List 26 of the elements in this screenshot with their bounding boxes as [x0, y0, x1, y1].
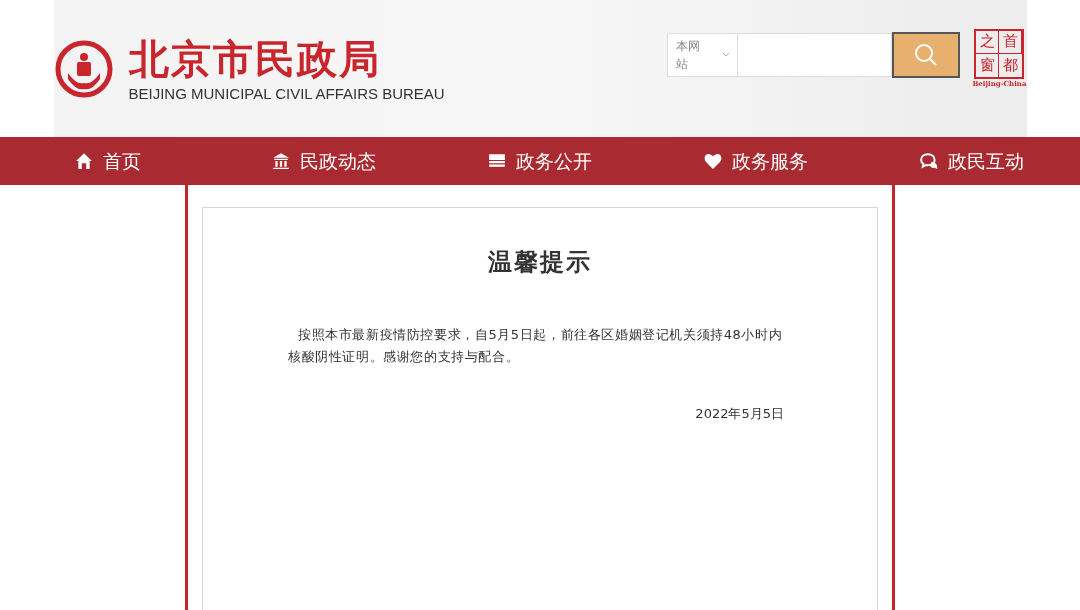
- nav-link[interactable]: 政务公开: [432, 137, 648, 185]
- heart-icon: [704, 152, 722, 170]
- seal-character: 窗: [976, 53, 1000, 77]
- bureau-name: 北京市民政局: [128, 34, 382, 83]
- search-scope-label: 本网站: [676, 37, 702, 73]
- logo-icon: [53, 38, 114, 99]
- bureau-english-name: BEIJING MUNICIPAL CIVIL AFFAIRS BUREAU: [128, 84, 445, 103]
- caret-icon: [721, 51, 730, 58]
- stack-icon: [488, 152, 506, 170]
- seal-character: 都: [1002, 54, 1020, 76]
- nav-link[interactable]: 首页: [0, 137, 216, 185]
- chat-bubbles-icon: [920, 152, 938, 170]
- notice-date: 2022年5月5日: [694, 405, 785, 423]
- seal-character: 之: [976, 30, 1000, 54]
- nav-link[interactable]: 政务服务: [648, 137, 864, 185]
- search-scope-select[interactable]: 本网站: [667, 32, 739, 77]
- notice-title: 温馨提示: [488, 247, 592, 278]
- nav-link[interactable]: 民政动态: [216, 137, 432, 185]
- search-button[interactable]: [892, 31, 961, 78]
- search-field[interactable]: [738, 32, 893, 77]
- seal-character: 首: [999, 30, 1023, 54]
- notice-text: 按照本市最新疫情防控要求，自5月5日起，前往各区婚姻登记机关须持48小时内核酸阴性证明。感谢您的支持与配合。: [288, 326, 784, 366]
- building-icon: [272, 152, 290, 170]
- nav-link[interactable]: 政民互动: [864, 137, 1080, 185]
- home-icon: [75, 152, 93, 170]
- search-icon: [914, 42, 939, 67]
